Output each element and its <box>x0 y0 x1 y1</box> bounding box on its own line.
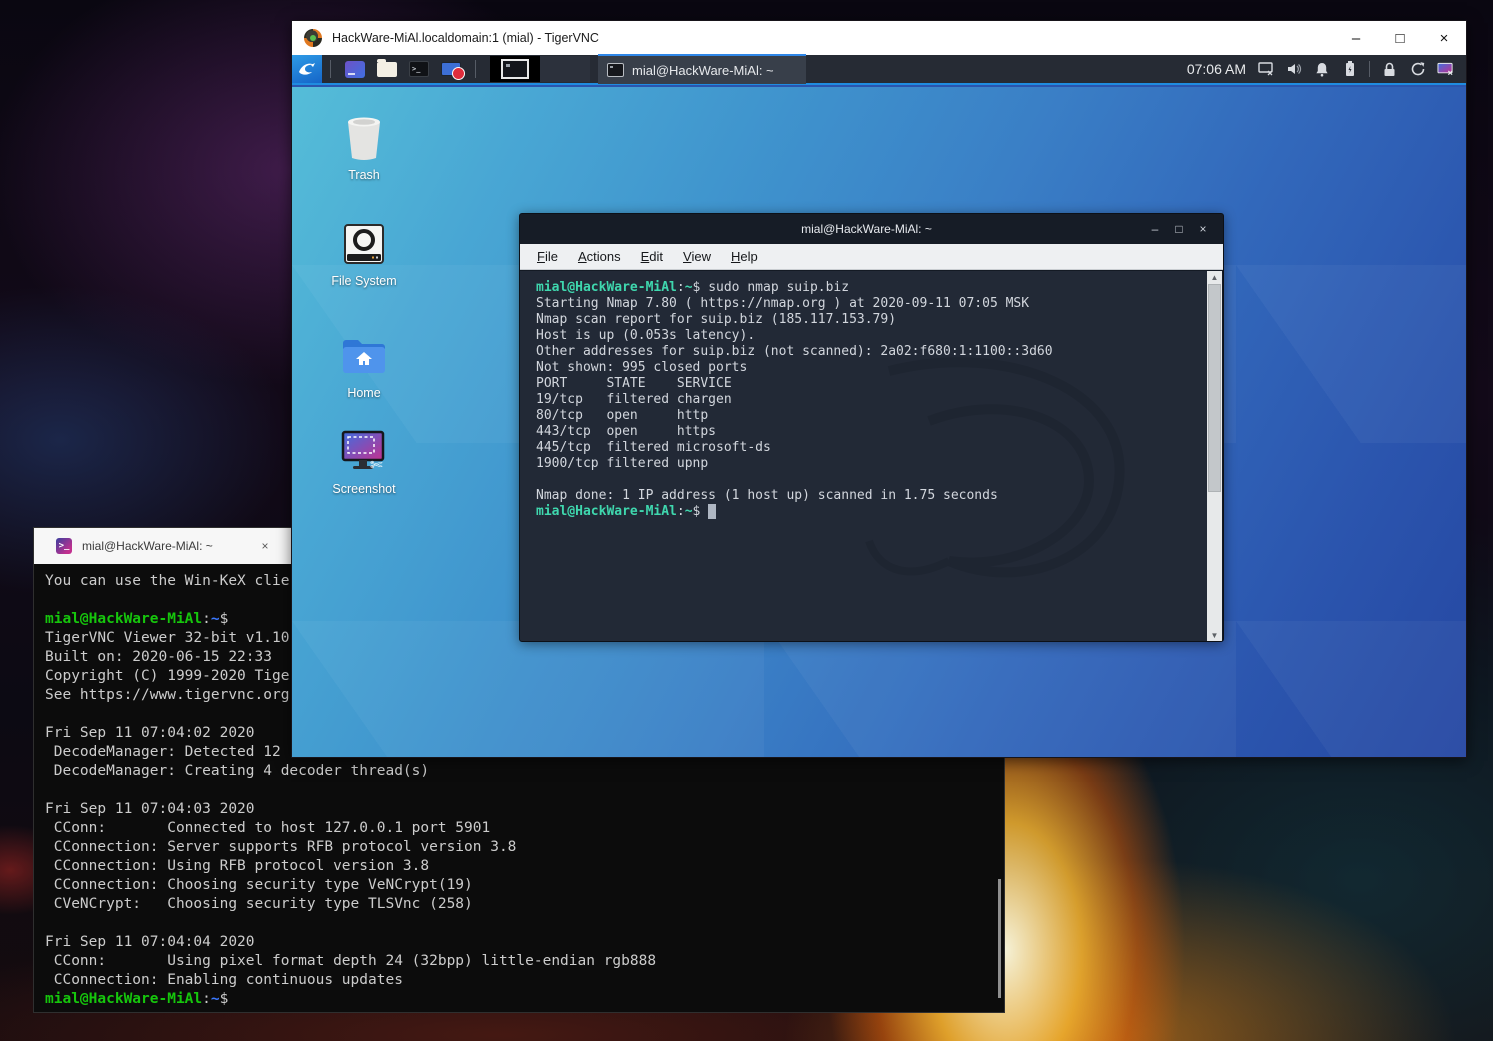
taskbar-window-label: mial@HackWare-MiAl: ~ <box>632 63 774 78</box>
trash-icon <box>326 113 402 163</box>
volume-icon[interactable] <box>1285 61 1302 78</box>
close-button[interactable]: × <box>1191 222 1215 236</box>
screenshot-tray-icon[interactable] <box>1437 61 1454 78</box>
menu-help[interactable]: Help <box>721 249 768 264</box>
terminal-line: DecodeManager: Creating 4 decoder thread… <box>45 762 1003 781</box>
scroll-up-icon[interactable]: ▲ <box>1207 271 1222 284</box>
screen-recorder-launcher[interactable] <box>439 58 463 80</box>
screenshot-icon: ✄ <box>326 427 402 477</box>
terminal-output[interactable]: mial@HackWare-MiAl:~$ sudo nmap suip.biz… <box>520 271 1209 642</box>
display-settings-icon[interactable] <box>1257 61 1274 78</box>
terminal-line: Nmap scan report for suip.biz (185.117.1… <box>536 312 1209 328</box>
menu-file[interactable]: File <box>520 249 568 264</box>
kali-dragon-watermark <box>849 331 1149 611</box>
terminal-line <box>45 914 1003 933</box>
system-tray: 07:06 AM <box>1187 61 1466 78</box>
desktop-icon-label: Screenshot <box>326 482 402 496</box>
maximize-button[interactable]: □ <box>1167 222 1191 236</box>
taskbar-window-button[interactable]: mial@HackWare-MiAl: ~ <box>598 54 806 84</box>
tigervnc-icon <box>304 29 322 47</box>
terminal-tab[interactable]: >_ mial@HackWare-MiAl: ~ × <box>42 528 282 564</box>
terminal-launcher[interactable]: >_ <box>407 58 431 80</box>
clock[interactable]: 07:06 AM <box>1187 61 1246 77</box>
terminal-line: CConnection: Choosing security type VeNC… <box>45 876 1003 895</box>
workspace-1[interactable] <box>490 56 540 82</box>
maximize-button[interactable]: □ <box>1378 21 1422 55</box>
file-system-icon <box>326 219 402 269</box>
desktop-icon-screenshot[interactable]: ✄ Screenshot <box>326 427 402 496</box>
terminal-icon <box>607 63 624 77</box>
vnc-window-title: HackWare-MiAl.localdomain:1 (mial) - Tig… <box>332 31 1334 45</box>
lock-screen-icon[interactable] <box>1381 61 1398 78</box>
folder-icon <box>377 62 397 77</box>
files-app-icon <box>345 61 365 78</box>
scrollbar-thumb[interactable] <box>1208 284 1221 492</box>
terminal-line: Fri Sep 11 07:04:04 2020 <box>45 933 1003 952</box>
desktop-icon-label: File System <box>326 274 402 288</box>
panel-separator <box>475 60 476 78</box>
terminal-tab-title: mial@HackWare-MiAl: ~ <box>82 539 256 553</box>
workspace-pager[interactable] <box>490 56 590 82</box>
desktop-icon-label: Home <box>326 386 402 400</box>
terminal-line: CConnection: Using RFB protocol version … <box>45 857 1003 876</box>
terminal-line: CConnection: Enabling continuous updates <box>45 971 1003 990</box>
desktop-icon-file-system[interactable]: File System <box>326 219 402 288</box>
terminal-line: CVeNCrypt: Choosing security type TLSVnc… <box>45 895 1003 914</box>
desktop-icon-label: Trash <box>326 168 402 182</box>
desktop-icon-trash[interactable]: Trash <box>326 113 402 182</box>
terminal-line: CConn: Using pixel format depth 24 (32bp… <box>45 952 1003 971</box>
terminal-line: Starting Nmap 7.80 ( https://nmap.org ) … <box>536 296 1209 312</box>
session-logout-icon[interactable] <box>1409 61 1426 78</box>
xfce-terminal-title: mial@HackWare-MiAl: ~ <box>520 222 1143 236</box>
terminal-line: mial@HackWare-MiAl:~$ sudo nmap suip.biz <box>536 280 1209 296</box>
tab-close-icon[interactable]: × <box>256 537 274 555</box>
terminal-scrollbar[interactable]: ▲ ▼ <box>1207 271 1222 642</box>
workspace-2[interactable] <box>540 56 590 82</box>
files-app-launcher[interactable] <box>343 58 367 80</box>
kali-panel: >_ mial@HackWare-MiAl: ~ 07:06 AM <box>292 55 1466 85</box>
xfce-terminal-menubar: File Actions Edit View Help <box>520 244 1223 270</box>
close-button[interactable]: × <box>1422 21 1466 55</box>
menu-edit[interactable]: Edit <box>631 249 673 264</box>
screen-recorder-icon <box>441 62 461 76</box>
menu-actions[interactable]: Actions <box>568 249 631 264</box>
minimize-button[interactable]: – <box>1143 222 1167 236</box>
tray-separator <box>1369 61 1370 77</box>
desktop-icon-home[interactable]: Home <box>326 331 402 400</box>
minimize-button[interactable]: – <box>1334 21 1378 55</box>
kali-menu-button[interactable] <box>292 55 322 83</box>
terminal-line: CConnection: Server supports RFB protoco… <box>45 838 1003 857</box>
kali-desktop[interactable]: Trash File System Home ✄ Screenshot mial… <box>292 87 1466 757</box>
xfce-terminal-titlebar[interactable]: mial@HackWare-MiAl: ~ – □ × <box>520 214 1223 244</box>
file-manager-launcher[interactable] <box>375 58 399 80</box>
terminal-line: Fri Sep 11 07:04:03 2020 <box>45 800 1003 819</box>
notifications-bell-icon[interactable] <box>1313 61 1330 78</box>
terminal-scrollbar[interactable] <box>998 879 1001 998</box>
terminal-line <box>45 781 1003 800</box>
terminal-tab-icon: >_ <box>56 538 72 554</box>
terminal-line: mial@HackWare-MiAl:~$ <box>45 990 1003 1009</box>
xfce-terminal-window[interactable]: mial@HackWare-MiAl: ~ – □ × File Actions… <box>519 213 1224 642</box>
svg-text:✄: ✄ <box>370 456 383 474</box>
menu-view[interactable]: View <box>673 249 721 264</box>
vnc-titlebar[interactable]: HackWare-MiAl.localdomain:1 (mial) - Tig… <box>292 21 1466 55</box>
scroll-down-icon[interactable]: ▼ <box>1207 629 1222 642</box>
workspace-window-preview <box>501 59 529 79</box>
terminal-line: CConn: Connected to host 127.0.0.1 port … <box>45 819 1003 838</box>
terminal-icon: >_ <box>409 61 429 77</box>
panel-separator <box>330 60 331 78</box>
kali-logo-icon <box>297 59 317 79</box>
home-folder-icon <box>326 331 402 381</box>
tigervnc-window[interactable]: HackWare-MiAl.localdomain:1 (mial) - Tig… <box>291 20 1467 758</box>
battery-icon[interactable] <box>1341 61 1358 78</box>
